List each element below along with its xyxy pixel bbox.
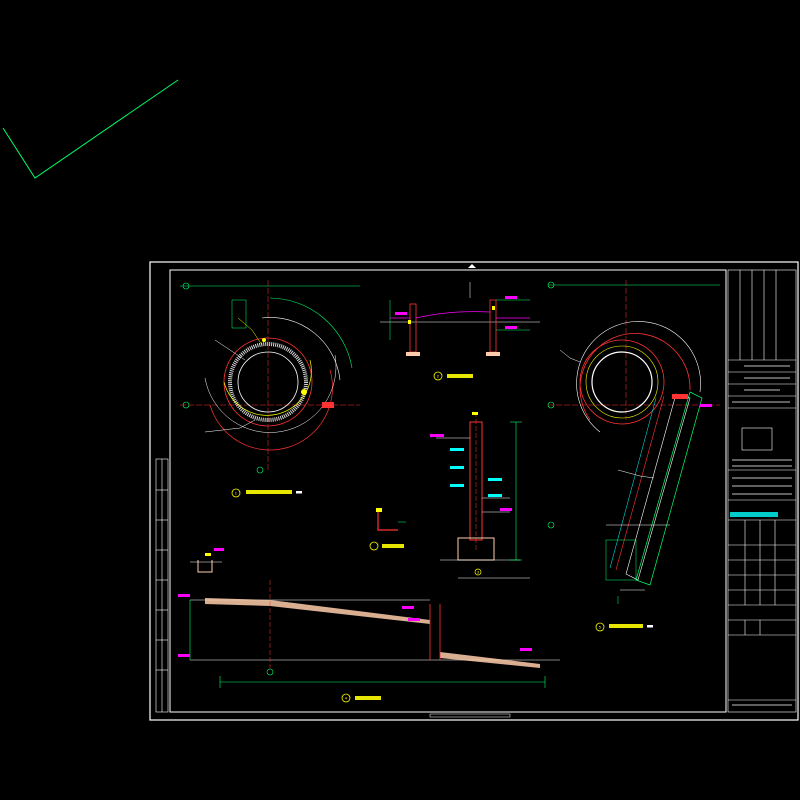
view-5-spiral-plan: 5 [547,280,720,632]
stray-polyline [2,79,179,179]
view-4-ramp-elevation: 4 [178,580,560,703]
left-binding-strip [155,458,169,713]
view-1-number: 1 [235,492,237,496]
view-4-number: 4 [345,697,348,701]
view-5-number: 5 [599,626,601,630]
bottom-scale-bar [429,713,511,718]
title-block-highlight [730,512,778,517]
view-3-column-section [430,412,530,579]
view-2-number: 2 [437,375,439,379]
view-2-railing-section: 2 [380,282,540,381]
triangle-marker-icon [468,264,476,268]
title-block-text-strokes [732,365,792,706]
view-3-number: 3 [477,570,479,574]
view-1-circular-plan: 1 [180,280,360,498]
cad-drawing-canvas: 1 2 4 5 3 [2,79,799,721]
title-block-stamp [741,427,773,451]
detail-small-step [190,548,224,573]
title-block [727,269,797,713]
detail-small-bracket [369,508,406,551]
